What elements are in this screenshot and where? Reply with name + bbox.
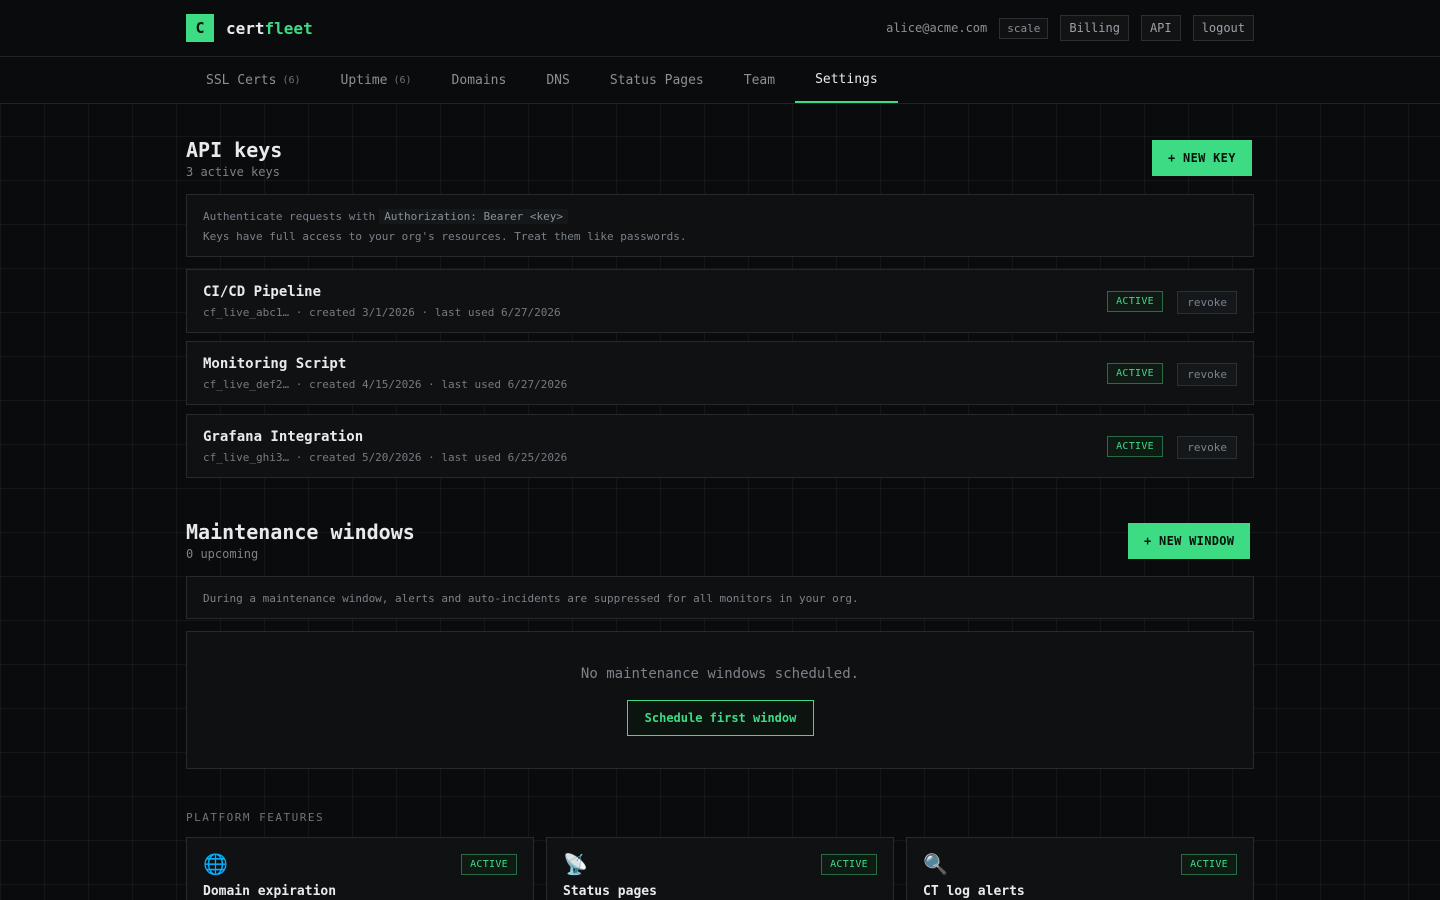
tab-domains[interactable]: Domains	[432, 57, 527, 103]
tab-team[interactable]: Team	[724, 57, 795, 103]
api-keys-info: Authenticate requests with Authorization:…	[186, 194, 1254, 257]
billing-button[interactable]: Billing	[1060, 15, 1129, 41]
status-badge: ACTIVE	[1107, 436, 1163, 457]
api-key-name: Monitoring Script	[203, 356, 347, 372]
tab-settings[interactable]: Settings	[795, 57, 898, 103]
empty-state-text: No maintenance windows scheduled.	[580, 666, 860, 682]
api-button[interactable]: API	[1140, 15, 1181, 41]
status-badge: ACTIVE	[821, 854, 877, 875]
tab-dns[interactable]: DNS	[526, 57, 589, 103]
tab-count: (6)	[393, 74, 412, 86]
api-keys-title: API keys	[186, 138, 283, 162]
user-email: alice@acme.com	[886, 21, 988, 35]
top-header: C certfleet alice@acme.com scale Billing…	[0, 0, 1440, 57]
tab-label: SSL Certs	[206, 72, 277, 88]
api-key-meta: cf_live_ghi3… · created 5/20/2026 · last…	[203, 451, 568, 464]
tab-label: DNS	[546, 72, 570, 88]
schedule-first-window-button[interactable]: Schedule first window	[627, 700, 814, 736]
status-badge: ACTIVE	[1181, 854, 1237, 875]
brand-name-part1: cert	[226, 18, 265, 38]
new-key-button[interactable]: + NEW KEY	[1152, 140, 1252, 176]
satellite-dish-icon: 📡	[563, 852, 588, 876]
feature-name: Status pages	[563, 884, 657, 899]
revoke-button[interactable]: revoke	[1177, 436, 1237, 459]
new-window-button[interactable]: + NEW WINDOW	[1128, 523, 1251, 559]
api-keys-subtitle: 3 active keys	[186, 165, 280, 179]
feature-card: 🌐 ACTIVE Domain expiration	[186, 837, 534, 900]
revoke-button[interactable]: revoke	[1177, 363, 1237, 386]
logo-mark: C	[186, 14, 214, 42]
api-key-row: Monitoring Script cf_live_def2… · create…	[186, 341, 1254, 405]
maintenance-info: During a maintenance window, alerts and …	[186, 576, 1254, 619]
maintenance-empty-state: No maintenance windows scheduled. Schedu…	[186, 631, 1254, 769]
header-actions: alice@acme.com scale Billing API logout	[886, 15, 1254, 41]
feature-card: 🔍 ACTIVE CT log alerts	[906, 837, 1254, 900]
plan-badge: scale	[999, 17, 1049, 39]
tab-ssl-certs[interactable]: SSL Certs (6)	[186, 57, 321, 103]
logout-button[interactable]: logout	[1192, 15, 1254, 41]
tab-status-pages[interactable]: Status Pages	[590, 57, 724, 103]
status-badge: ACTIVE	[1107, 291, 1163, 312]
feature-name: CT log alerts	[923, 884, 1025, 899]
tab-label: Settings	[815, 71, 878, 87]
tab-label: Uptime	[340, 72, 388, 88]
feature-card: 📡 ACTIVE Status pages	[546, 837, 894, 900]
nav-tabs: SSL Certs (6) Uptime (6) Domains DNS Statu…	[186, 57, 898, 103]
brand-name-part2: fleet	[264, 18, 313, 38]
api-key-row: Grafana Integration cf_live_ghi3… · crea…	[186, 414, 1254, 478]
maintenance-subtitle: 0 upcoming	[186, 547, 259, 561]
brand-name: certfleet	[226, 19, 313, 38]
tab-label: Team	[743, 72, 776, 88]
tab-label: Domains	[451, 72, 507, 88]
feature-name: Domain expiration	[203, 884, 337, 899]
api-key-name: Grafana Integration	[203, 429, 364, 445]
globe-icon: 🌐	[203, 852, 228, 876]
api-key-meta: cf_live_def2… · created 4/15/2026 · last…	[203, 378, 568, 391]
tab-uptime[interactable]: Uptime (6)	[321, 57, 432, 103]
api-key-row: CI/CD Pipeline cf_live_abc1… · created 3…	[186, 269, 1254, 333]
nav-bar: SSL Certs (6) Uptime (6) Domains DNS Statu…	[0, 57, 1440, 104]
api-key-meta: cf_live_abc1… · created 3/1/2026 · last …	[203, 306, 561, 319]
api-auth-code: Authorization: Bearer <key>	[379, 209, 568, 224]
maintenance-title: Maintenance windows	[186, 520, 415, 544]
api-warning-line: Keys have full access to your org's reso…	[203, 230, 687, 243]
platform-features-label: PLATFORM FEATURES	[186, 811, 325, 824]
revoke-button[interactable]: revoke	[1177, 291, 1237, 314]
api-auth-prefix: Authenticate requests with	[203, 210, 376, 223]
brand-logo[interactable]: C certfleet	[186, 14, 313, 42]
api-key-name: CI/CD Pipeline	[203, 284, 322, 300]
tab-label: Status Pages	[609, 72, 704, 88]
magnifier-icon: 🔍	[923, 852, 948, 876]
status-badge: ACTIVE	[461, 854, 517, 875]
api-auth-line: Authenticate requests with Authorization:…	[203, 207, 1237, 227]
status-badge: ACTIVE	[1107, 363, 1163, 384]
tab-count: (6)	[282, 74, 301, 86]
